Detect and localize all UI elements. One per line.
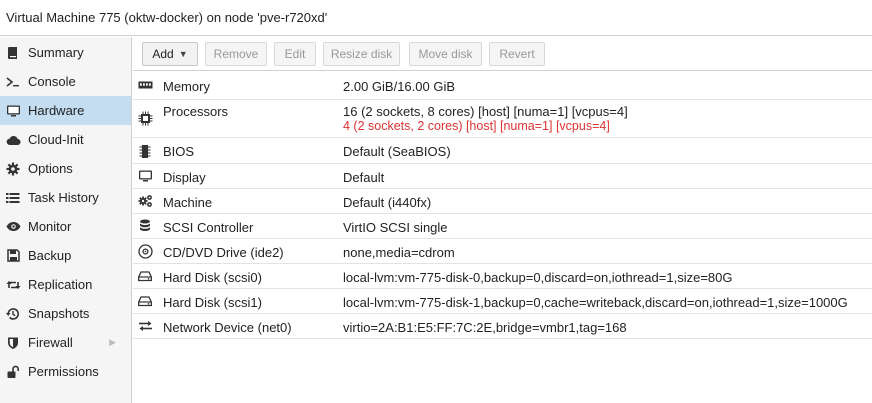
remove-button[interactable]: Remove bbox=[205, 42, 267, 66]
move-disk-button[interactable]: Move disk bbox=[409, 42, 482, 66]
hdd-icon bbox=[137, 268, 153, 284]
title-bar: Virtual Machine 775 (oktw-docker) on nod… bbox=[0, 0, 872, 36]
cpu-icon bbox=[137, 110, 153, 126]
hardware-row-hard-disk-scsi0[interactable]: Hard Disk (scsi0) local-lvm:vm-775-disk-… bbox=[133, 264, 872, 289]
resize-disk-button[interactable]: Resize disk bbox=[323, 42, 400, 66]
retweet-icon bbox=[5, 277, 21, 293]
hardware-name: Display bbox=[163, 170, 206, 185]
hardware-name: Memory bbox=[163, 79, 210, 94]
list-icon bbox=[5, 190, 21, 206]
sidebar-item-label: Replication bbox=[28, 277, 93, 292]
hardware-name: Processors bbox=[163, 104, 229, 119]
sidebar-item-label: Summary bbox=[28, 45, 84, 60]
hardware-value: Default (i440fx) bbox=[343, 195, 432, 210]
terminal-icon bbox=[5, 74, 21, 90]
sidebar-item-permissions[interactable]: Permissions bbox=[0, 357, 131, 386]
database-icon bbox=[137, 218, 153, 234]
hardware-name: CD/DVD Drive (ide2) bbox=[163, 245, 284, 260]
book-icon bbox=[5, 45, 21, 61]
hardware-row-bios[interactable]: BIOS Default (SeaBIOS) bbox=[133, 138, 872, 164]
hardware-value: 16 (2 sockets, 8 cores) [host] [numa=1] … bbox=[343, 104, 628, 119]
history-icon bbox=[5, 306, 21, 322]
sidebar-item-options[interactable]: Options bbox=[0, 154, 131, 183]
sidebar-item-task-history[interactable]: Task History bbox=[0, 183, 131, 212]
hardware-row-cdrom[interactable]: CD/DVD Drive (ide2) none,media=cdrom bbox=[133, 239, 872, 264]
hardware-row-hard-disk-scsi1[interactable]: Hard Disk (scsi1) local-lvm:vm-775-disk-… bbox=[133, 289, 872, 314]
sidebar-item-label: Task History bbox=[28, 190, 99, 205]
cogs-icon bbox=[137, 193, 153, 209]
sidebar-item-label: Permissions bbox=[28, 364, 99, 379]
hardware-row-processors[interactable]: Processors 16 (2 sockets, 8 cores) [host… bbox=[133, 100, 872, 138]
chevron-right-icon: ▶ bbox=[109, 337, 116, 347]
hardware-row-memory[interactable]: Memory 2.00 GiB/16.00 GiB bbox=[133, 71, 872, 100]
sidebar-item-label: Firewall bbox=[28, 335, 73, 350]
sidebar-item-label: Snapshots bbox=[28, 306, 90, 321]
hardware-value: local-lvm:vm-775-disk-0,backup=0,discard… bbox=[343, 270, 733, 285]
sidebar-item-hardware[interactable]: Hardware bbox=[0, 96, 131, 125]
exchange-icon bbox=[137, 318, 153, 334]
edit-button[interactable]: Edit bbox=[274, 42, 316, 66]
hardware-value: VirtIO SCSI single bbox=[343, 220, 448, 235]
window-title: Virtual Machine 775 (oktw-docker) on nod… bbox=[6, 10, 328, 25]
sidebar-item-label: Monitor bbox=[28, 219, 72, 234]
sidebar-item-monitor[interactable]: Monitor bbox=[0, 212, 131, 241]
cloud-icon bbox=[5, 132, 21, 148]
sidebar: Summary Console Hardware Cloud-Init Opti… bbox=[0, 37, 132, 403]
hardware-value: Default (SeaBIOS) bbox=[343, 144, 451, 159]
add-button[interactable]: Add ▼ bbox=[142, 42, 198, 66]
add-button-label: Add bbox=[152, 47, 174, 61]
toolbar: Add ▼ Remove Edit Resize disk Move disk … bbox=[133, 37, 872, 71]
sidebar-item-label: Console bbox=[28, 74, 76, 89]
sidebar-item-snapshots[interactable]: Snapshots bbox=[0, 299, 131, 328]
cdrom-icon bbox=[137, 243, 153, 259]
hardware-value: Default bbox=[343, 170, 385, 185]
memory-icon bbox=[137, 77, 153, 93]
desktop-icon bbox=[137, 168, 153, 184]
hardware-value: virtio=2A:B1:E5:FF:7C:2E,bridge=vmbr1,ta… bbox=[343, 320, 627, 335]
hardware-name: Hard Disk (scsi1) bbox=[163, 295, 262, 310]
sidebar-item-replication[interactable]: Replication bbox=[0, 270, 131, 299]
sidebar-item-label: Options bbox=[28, 161, 73, 176]
sidebar-item-label: Hardware bbox=[28, 103, 85, 118]
eye-icon bbox=[5, 219, 21, 235]
caret-down-icon: ▼ bbox=[178, 49, 188, 59]
gear-icon bbox=[5, 161, 21, 177]
hardware-name: Machine bbox=[163, 195, 213, 210]
hardware-name: Hard Disk (scsi0) bbox=[163, 270, 262, 285]
hardware-row-display[interactable]: Display Default bbox=[133, 164, 872, 189]
sidebar-item-summary[interactable]: Summary bbox=[0, 38, 131, 67]
sidebar-item-label: Backup bbox=[28, 248, 72, 263]
hardware-name: SCSI Controller bbox=[163, 220, 254, 235]
hardware-value: local-lvm:vm-775-disk-1,backup=0,cache=w… bbox=[343, 295, 848, 310]
microchip-icon bbox=[137, 143, 153, 159]
hardware-row-scsi-controller[interactable]: SCSI Controller VirtIO SCSI single bbox=[133, 214, 872, 239]
unlock-icon bbox=[5, 364, 21, 380]
hardware-name: Network Device (net0) bbox=[163, 320, 292, 335]
shield-icon bbox=[5, 335, 21, 351]
hardware-row-machine[interactable]: Machine Default (i440fx) bbox=[133, 189, 872, 214]
hardware-value: none,media=cdrom bbox=[343, 245, 455, 260]
sidebar-item-console[interactable]: Console bbox=[0, 67, 131, 96]
hardware-row-network-device[interactable]: Network Device (net0) virtio=2A:B1:E5:FF… bbox=[133, 314, 872, 339]
floppy-icon bbox=[5, 248, 21, 264]
sidebar-item-label: Cloud-Init bbox=[28, 132, 84, 147]
hardware-name: BIOS bbox=[163, 144, 195, 159]
desktop-icon bbox=[5, 103, 21, 119]
sidebar-item-firewall[interactable]: Firewall ▶ bbox=[0, 328, 131, 357]
sidebar-item-backup[interactable]: Backup bbox=[0, 241, 131, 270]
hardware-value: 2.00 GiB/16.00 GiB bbox=[343, 79, 456, 94]
revert-button[interactable]: Revert bbox=[489, 42, 545, 66]
sidebar-item-cloud-init[interactable]: Cloud-Init bbox=[0, 125, 131, 154]
hdd-icon bbox=[137, 293, 153, 309]
hardware-pending-value: 4 (2 sockets, 2 cores) [host] [numa=1] [… bbox=[343, 119, 610, 133]
